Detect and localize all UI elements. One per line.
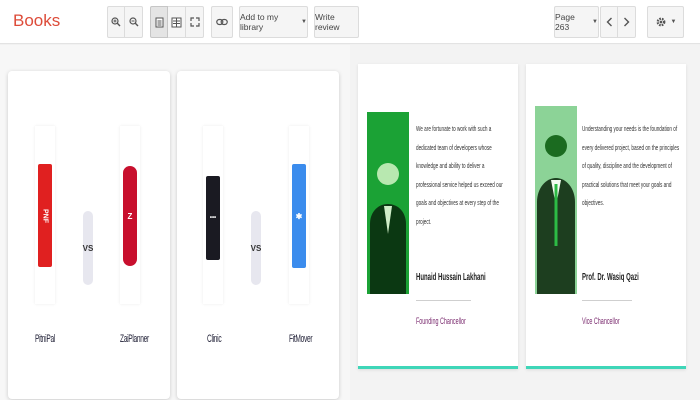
zaiplanner-logo: Z xyxy=(123,166,137,266)
two-page-view-button[interactable] xyxy=(168,6,186,38)
profile-photo xyxy=(535,106,577,294)
profile-photo xyxy=(367,112,409,294)
client-comparison-card: ••• VS ✱ Clinic FitMover xyxy=(177,71,339,399)
pitnipal-logo: PNF xyxy=(38,164,52,267)
add-to-library-button[interactable]: Add to my library ▼ xyxy=(239,6,308,38)
clinic-logo-text: ••• xyxy=(209,215,217,221)
link-icon xyxy=(216,18,228,26)
settings-gear-icon xyxy=(656,17,665,27)
pitnipal-logo-text: PNF xyxy=(41,208,49,223)
testimonial-author-role: Founding Chancellor xyxy=(416,316,466,326)
client-name: PitniPal xyxy=(35,333,55,345)
fullscreen-icon xyxy=(189,17,200,27)
write-review-button[interactable]: Write review xyxy=(314,6,359,38)
page-select[interactable]: Page 263 ▼ xyxy=(554,6,599,38)
client-name: FitMover xyxy=(289,333,313,345)
divider xyxy=(416,300,471,301)
client-logo-slot: ✱ xyxy=(289,126,309,304)
testimonial-author-name: Hunaid Hussain Lakhani xyxy=(416,272,486,283)
testimonial-author-role: Vice Chancellor xyxy=(582,316,620,326)
client-name: Clinic xyxy=(207,333,222,345)
zoom-out-icon xyxy=(128,17,138,27)
client-logo-slot: PNF xyxy=(35,126,55,304)
fitmover-logo-text: ✱ xyxy=(295,211,303,221)
testimonial-author-name: Prof. Dr. Wasiq Qazi xyxy=(582,272,639,283)
next-page-button[interactable] xyxy=(618,6,636,38)
previous-page-button[interactable] xyxy=(600,6,618,38)
write-review-label: Write review xyxy=(315,12,340,32)
vs-badge: VS xyxy=(83,211,93,285)
chevron-down-icon: ▼ xyxy=(301,19,307,25)
zaiplanner-logo-text: Z xyxy=(127,211,133,221)
testimonial-quote: Understanding your needs is the foundati… xyxy=(582,124,680,207)
zoom-in-icon xyxy=(111,17,121,27)
fitmover-logo: ✱ xyxy=(292,164,306,268)
page-nav-group xyxy=(600,6,636,38)
person-photo-icon xyxy=(367,112,409,294)
client-comparison-card: PNF VS Z PitniPal ZaiPlanner xyxy=(8,71,170,399)
view-mode-group xyxy=(150,6,204,38)
single-page-icon xyxy=(155,17,163,27)
divider xyxy=(582,300,632,301)
chevron-down-icon: ▼ xyxy=(670,19,677,25)
settings-button[interactable]: ▼ xyxy=(647,6,684,38)
books-toolbar: Books Add to my library ▼ Write review Pa… xyxy=(0,0,700,44)
testimonial-card: We are fortunate to work with such a ded… xyxy=(358,64,518,369)
book-page-right: We are fortunate to work with such a ded… xyxy=(350,45,700,400)
client-logo-slot: ••• xyxy=(203,126,223,304)
books-title[interactable]: Books xyxy=(13,11,60,31)
zoom-in-button[interactable] xyxy=(107,6,125,38)
book-page-left: PNF VS Z PitniPal ZaiPlanner ••• VS ✱ Cl… xyxy=(0,45,350,400)
client-logo-slot: Z xyxy=(120,126,140,304)
vs-badge: VS xyxy=(251,211,261,285)
fullscreen-button[interactable] xyxy=(186,6,204,38)
testimonial-quote: We are fortunate to work with such a ded… xyxy=(416,124,503,226)
single-page-view-button[interactable] xyxy=(150,6,168,38)
chevron-down-icon: ▼ xyxy=(592,19,598,25)
zoom-group xyxy=(107,6,143,38)
chevron-left-icon xyxy=(606,17,612,27)
person-photo-icon xyxy=(535,106,577,294)
testimonial-card: Understanding your needs is the foundati… xyxy=(526,64,686,369)
zoom-out-button[interactable] xyxy=(125,6,143,38)
chevron-right-icon xyxy=(624,17,630,27)
page-label: Page 263 xyxy=(555,12,575,32)
add-to-library-label: Add to my library xyxy=(240,12,279,32)
clinic-logo: ••• xyxy=(206,176,220,260)
link-button[interactable] xyxy=(211,6,233,38)
two-page-icon xyxy=(171,17,182,27)
client-name: ZaiPlanner xyxy=(120,333,149,345)
